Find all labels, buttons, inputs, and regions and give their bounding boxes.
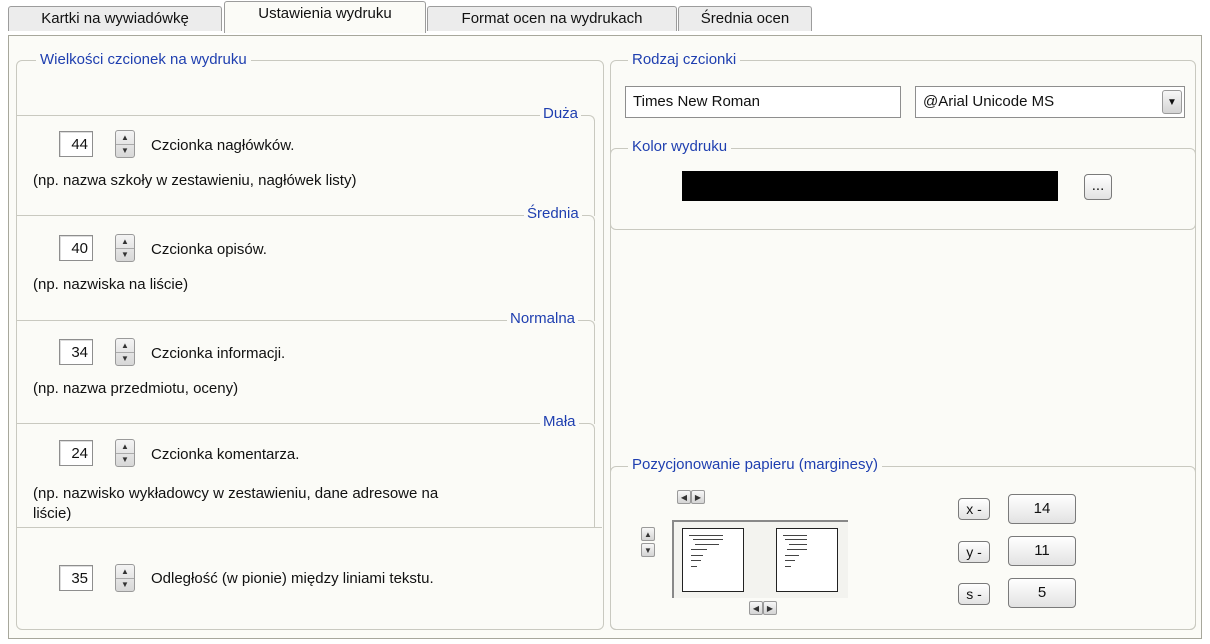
color-swatch[interactable] — [682, 171, 1058, 201]
description-font-example: (np. nazwiska na liście) — [33, 276, 189, 293]
paper-position-group-title: Pozycjonowanie papieru (marginesy) — [628, 456, 882, 473]
tab-ustawienia-wydruku[interactable]: Ustawienia wydruku — [224, 1, 426, 33]
size-row-small — [16, 423, 595, 528]
line-spacing-separator — [16, 527, 602, 528]
comment-font-size-input[interactable]: 24 — [59, 440, 93, 466]
font-sizes-group-title: Wielkości czcionek na wydruku — [36, 51, 251, 68]
comment-font-example-line2: liście) — [33, 505, 72, 522]
comment-font-label: Czcionka komentarza. — [151, 446, 300, 463]
line-spacing-label: Odległość (w pionie) między liniami teks… — [151, 570, 434, 587]
font-type-group-title: Rodzaj czcionki — [628, 51, 741, 68]
font-combo-value: @Arial Unicode MS — [923, 93, 1055, 110]
info-font-label: Czcionka informacji. — [151, 345, 286, 362]
s-scale-input[interactable]: 5 — [1008, 578, 1076, 608]
header-font-size-spinner[interactable]: ▲ ▼ — [115, 130, 135, 158]
description-font-size-spinner[interactable]: ▲ ▼ — [115, 234, 135, 262]
spin-up-icon[interactable]: ▲ — [116, 440, 134, 454]
info-font-size-spinner[interactable]: ▲ ▼ — [115, 338, 135, 366]
paper-preview — [672, 520, 848, 598]
move-down-icon[interactable]: ▼ — [641, 543, 655, 557]
color-picker-button[interactable]: ... — [1084, 174, 1112, 200]
print-color-group-title: Kolor wydruku — [628, 138, 732, 155]
size-row-normal — [16, 320, 595, 424]
comment-font-size-spinner[interactable]: ▲ ▼ — [115, 439, 135, 467]
size-label-large: Duża — [540, 105, 582, 122]
tab-kartki[interactable]: Kartki na wywiadówkę — [8, 6, 222, 31]
paper-preview-page-right — [776, 528, 838, 592]
move-left-icon[interactable]: ◀ — [677, 490, 691, 504]
x-margin-label: x - — [958, 498, 990, 520]
size-label-medium: Średnia — [524, 205, 582, 222]
s-scale-label: s - — [958, 583, 990, 605]
spin-down-icon[interactable]: ▼ — [116, 144, 134, 157]
spin-down-icon[interactable]: ▼ — [116, 453, 134, 466]
y-margin-input[interactable]: 11 — [1008, 536, 1076, 566]
spin-down-icon[interactable]: ▼ — [116, 578, 134, 591]
spin-up-icon[interactable]: ▲ — [116, 131, 134, 145]
header-font-example: (np. nazwa szkoły w zestawieniu, nagłówe… — [33, 172, 357, 189]
chevron-down-icon[interactable]: ▼ — [1162, 90, 1182, 114]
spin-up-icon[interactable]: ▲ — [116, 235, 134, 249]
x-margin-input[interactable]: 14 — [1008, 494, 1076, 524]
spin-up-icon[interactable]: ▲ — [116, 565, 134, 579]
tab-format-ocen[interactable]: Format ocen na wydrukach — [427, 6, 677, 31]
move-right-icon[interactable]: ▶ — [691, 490, 705, 504]
spin-down-icon[interactable]: ▼ — [116, 352, 134, 365]
y-margin-label: y - — [958, 541, 990, 563]
shrink-left-icon[interactable]: ◀ — [749, 601, 763, 615]
info-font-size-input[interactable]: 34 — [59, 339, 93, 365]
line-spacing-spinner[interactable]: ▲ ▼ — [115, 564, 135, 592]
description-font-size-input[interactable]: 40 — [59, 235, 93, 261]
size-row-medium — [16, 215, 595, 321]
move-up-icon[interactable]: ▲ — [641, 527, 655, 541]
spin-down-icon[interactable]: ▼ — [116, 248, 134, 261]
header-font-label: Czcionka nagłówków. — [151, 137, 295, 154]
line-spacing-input[interactable]: 35 — [59, 565, 93, 591]
shrink-right-icon[interactable]: ▶ — [763, 601, 777, 615]
size-label-small: Mała — [540, 413, 579, 430]
description-font-label: Czcionka opisów. — [151, 241, 267, 258]
info-font-example: (np. nazwa przedmiotu, oceny) — [33, 380, 239, 397]
font-name-field[interactable]: Times New Roman — [625, 86, 901, 118]
paper-preview-page-left — [682, 528, 744, 592]
header-font-size-input[interactable]: 44 — [59, 131, 93, 157]
size-row-large — [16, 115, 595, 216]
comment-font-example-line1: (np. nazwisko wykładowcy w zestawieniu, … — [33, 485, 439, 502]
font-combo[interactable]: @Arial Unicode MS — [915, 86, 1185, 118]
size-label-normal: Normalna — [507, 310, 579, 327]
spin-up-icon[interactable]: ▲ — [116, 339, 134, 353]
tab-srednia-ocen[interactable]: Średnia ocen — [678, 6, 812, 31]
